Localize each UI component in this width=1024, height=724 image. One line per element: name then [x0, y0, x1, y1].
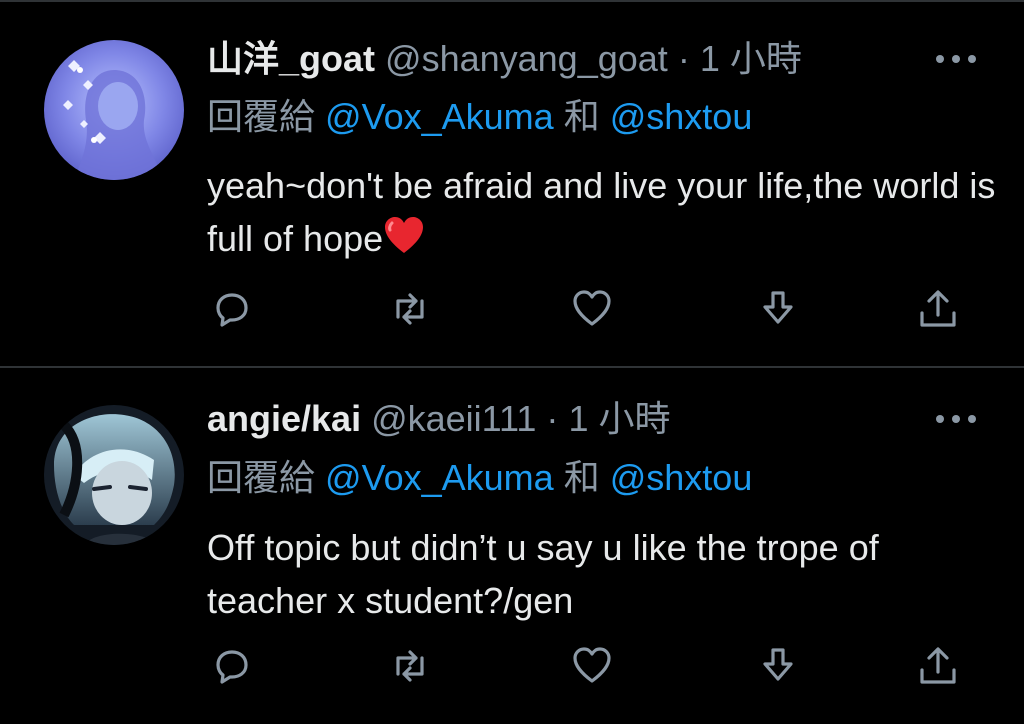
- separator: ·: [677, 38, 690, 79]
- reply-icon[interactable]: [208, 285, 256, 333]
- tweet-header: 山洋_goat @shanyang_goat · 1 小時: [207, 36, 934, 82]
- tweet-body: Off topic but didn’t u say u like the tr…: [207, 527, 879, 621]
- timestamp[interactable]: 1 小時: [568, 398, 670, 439]
- avatar[interactable]: [44, 405, 184, 545]
- share-icon[interactable]: [914, 285, 962, 333]
- retweet-icon[interactable]: [386, 642, 434, 690]
- display-name[interactable]: 山洋_goat: [207, 38, 375, 79]
- separator: ·: [546, 398, 559, 439]
- download-icon[interactable]: [754, 642, 802, 690]
- reply-icon[interactable]: [208, 642, 256, 690]
- download-icon[interactable]: [754, 285, 802, 333]
- tweet-text: yeah~don't be afraid and live your life,…: [207, 159, 997, 265]
- more-icon[interactable]: [936, 404, 976, 434]
- heart-icon[interactable]: [568, 642, 616, 690]
- tweet-reply-1[interactable]: 山洋_goat @shanyang_goat · 1 小時 回覆給 @Vox_A…: [0, 0, 1024, 367]
- replying-to: 回覆給 @Vox_Akuma 和 @shxtou: [207, 95, 752, 139]
- action-bar: [0, 285, 1024, 333]
- user-handle[interactable]: @kaeii111: [371, 398, 536, 439]
- user-handle[interactable]: @shanyang_goat: [385, 38, 668, 79]
- reply-prefix: 回覆給: [207, 96, 316, 137]
- avatar[interactable]: [44, 40, 184, 180]
- timestamp[interactable]: 1 小時: [700, 38, 802, 79]
- heart-icon[interactable]: [568, 285, 616, 333]
- tweet-header: angie/kai @kaeii111 · 1 小時: [207, 396, 934, 442]
- mention-link[interactable]: @Vox_Akuma: [325, 96, 554, 137]
- more-icon[interactable]: [936, 44, 976, 74]
- tweet-body: yeah~don't be afraid and live your life,…: [207, 165, 996, 259]
- mention-link[interactable]: @shxtou: [610, 96, 753, 137]
- action-bar: [0, 642, 1024, 690]
- reply-conjunction: 和: [563, 96, 600, 137]
- red-heart-emoji: [385, 217, 424, 253]
- retweet-icon[interactable]: [386, 285, 434, 333]
- replying-to: 回覆給 @Vox_Akuma 和 @shxtou: [207, 456, 752, 500]
- reply-prefix: 回覆給: [207, 457, 316, 498]
- mention-link[interactable]: @shxtou: [610, 457, 753, 498]
- reply-conjunction: 和: [563, 457, 600, 498]
- tweet-text: Off topic but didn’t u say u like the tr…: [207, 521, 997, 627]
- share-icon[interactable]: [914, 642, 962, 690]
- display-name[interactable]: angie/kai: [207, 398, 361, 439]
- tweet-reply-2[interactable]: angie/kai @kaeii111 · 1 小時 回覆給 @Vox_Akum…: [0, 368, 1024, 724]
- mention-link[interactable]: @Vox_Akuma: [325, 457, 554, 498]
